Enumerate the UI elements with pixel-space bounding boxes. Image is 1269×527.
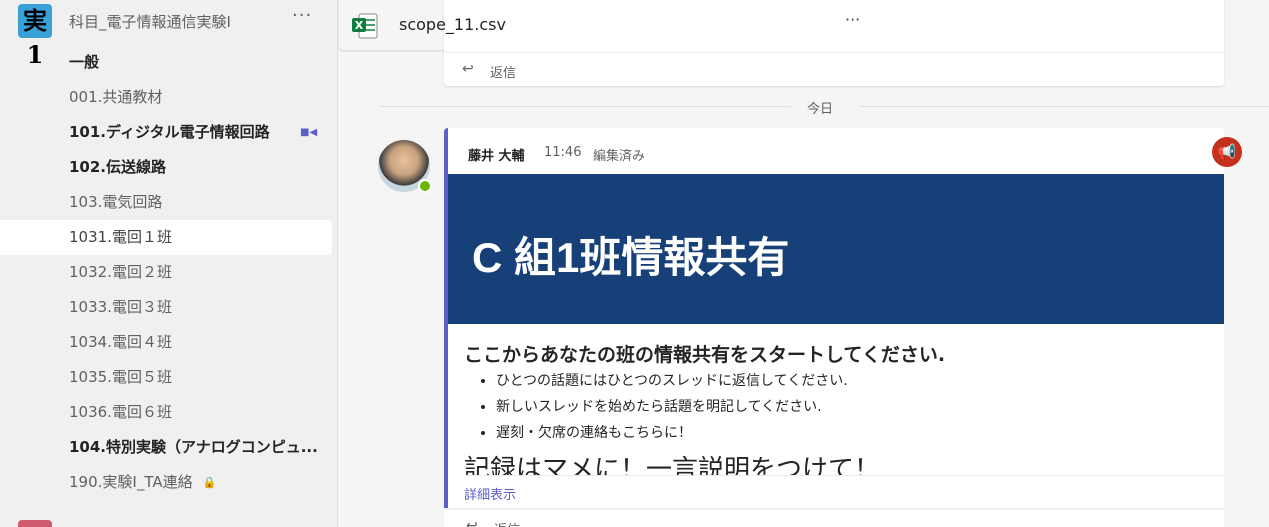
sidebar-channel-item[interactable]: 102.伝送線路 <box>0 150 332 185</box>
svg-text:X: X <box>355 19 364 32</box>
sidebar-channel-item[interactable]: 101.ディジタル電子情報回路 ■◀ <box>0 115 332 150</box>
post-time: 11:46 <box>544 145 582 160</box>
channel-label: 1033.電回３班 <box>69 298 172 316</box>
sidebar-channel-item[interactable]: 1034.電回４班 <box>0 325 332 360</box>
reply-label[interactable]: 返信 <box>494 519 520 527</box>
post-bullet-list: ひとつの話題にはひとつのスレッドに返信してください.新しいスレッドを始めたら話題… <box>496 368 848 446</box>
sidebar-channel-item[interactable]: 190.実験Ⅰ_TA連絡 🔒 <box>0 465 332 500</box>
post-cutoff-text: 記録はマメに！一言説明をつけて！ <box>464 450 1224 476</box>
reply-row-post[interactable]: ↩ 返信 <box>444 509 1224 527</box>
channel-label: 104.特別実験（アナログコンピュ... <box>69 438 318 456</box>
more-options-icon[interactable]: ··· <box>292 5 312 26</box>
sidebar-channel-item[interactable]: 一般 <box>0 45 332 80</box>
sidebar-channel-item[interactable]: 1036.電回６班 <box>0 395 332 430</box>
date-divider: 今日 <box>807 102 834 117</box>
team-header[interactable]: 実1 科目_電子情報通信実験Ⅰ ··· <box>0 0 338 69</box>
sidebar-channel-item[interactable]: 1031.電回１班 <box>0 220 332 255</box>
reply-icon: ↩ <box>466 518 478 527</box>
channel-label: 1034.電回４班 <box>69 333 172 351</box>
see-more-link[interactable]: 詳細表示 <box>464 484 516 503</box>
channel-label: 1035.電回５班 <box>69 368 172 386</box>
bullet-item: 新しいスレッドを始めたら話題を明記してください. <box>496 394 848 420</box>
sidebar-channel-item[interactable]: 1032.電回２班 <box>0 255 332 290</box>
file-more-options-icon[interactable]: ··· <box>845 10 860 29</box>
channel-label: 103.電気回路 <box>69 193 163 211</box>
channel-label: 1032.電回２班 <box>69 263 172 281</box>
sidebar-channel-item[interactable]: 1033.電回３班 <box>0 290 332 325</box>
presence-available-icon <box>418 179 432 193</box>
channel-label: 001.共通教材 <box>69 88 163 106</box>
channel-label: 1031.電回１班 <box>69 228 172 246</box>
next-team-avatar[interactable] <box>18 520 52 527</box>
sidebar-channel-item[interactable]: 103.電気回路 <box>0 185 332 220</box>
reply-label[interactable]: 返信 <box>490 62 516 81</box>
channel-label: 190.実験Ⅰ_TA連絡 <box>69 473 193 491</box>
bullet-item: ひとつの話題にはひとつのスレッドに返信してください. <box>496 368 848 394</box>
post-author[interactable]: 藤井 大輔 <box>468 145 525 164</box>
lock-icon: 🔒 <box>202 476 217 489</box>
bullet-item: 遅刻・欠席の連絡もこちらに！ <box>496 420 848 446</box>
post-edited-label: 編集済み <box>593 149 646 164</box>
channel-label: 101.ディジタル電子情報回路 <box>69 123 270 141</box>
sidebar-channel-item[interactable]: 001.共通教材 <box>0 80 332 115</box>
team-avatar[interactable]: 実1 <box>18 4 52 69</box>
excel-file-icon: X <box>352 13 378 39</box>
date-divider-line-left <box>379 106 791 107</box>
sidebar-channel-item[interactable]: 1035.電回５班 <box>0 360 332 395</box>
sidebar-channel-item[interactable]: 104.特別実験（アナログコンピュ... <box>0 430 332 465</box>
team-name[interactable]: 科目_電子情報通信実験Ⅰ <box>69 11 231 32</box>
cutoff-line: 記録はマメに！一言説明をつけて！ <box>464 455 881 476</box>
post-heading: ここからあなたの班の情報共有をスタートしてください. <box>464 344 946 366</box>
file-name[interactable]: scope_11.csv <box>399 15 506 34</box>
channel-label: 1036.電回６班 <box>69 403 172 421</box>
channel-label: 一般 <box>69 53 100 71</box>
announcement-banner: C 組1班情報共有 <box>448 174 1224 324</box>
reply-row-previous[interactable]: ↩ 返信 <box>444 52 1224 86</box>
banner-title: C 組1班情報共有 <box>472 234 790 281</box>
date-divider-line-right <box>859 106 1269 107</box>
channel-sidebar: 実1 科目_電子情報通信実験Ⅰ ··· 一般 001.共通教材 101.ディジタル電… <box>0 0 338 527</box>
channel-label: 102.伝送線路 <box>69 158 167 176</box>
reply-icon: ↩ <box>462 61 474 77</box>
announcement-megaphone-icon: 📢 <box>1212 137 1242 167</box>
announcement-post: 藤井 大輔 11:46 編集済み C 組1班情報共有 ここからあなたの班の情報共… <box>444 128 1224 508</box>
video-camera-icon: ■◀ <box>300 127 318 138</box>
conversation-pane: X scope_11.csv ··· ↩ 返信 今日 藤井 大輔 11:46 編… <box>339 0 1269 527</box>
